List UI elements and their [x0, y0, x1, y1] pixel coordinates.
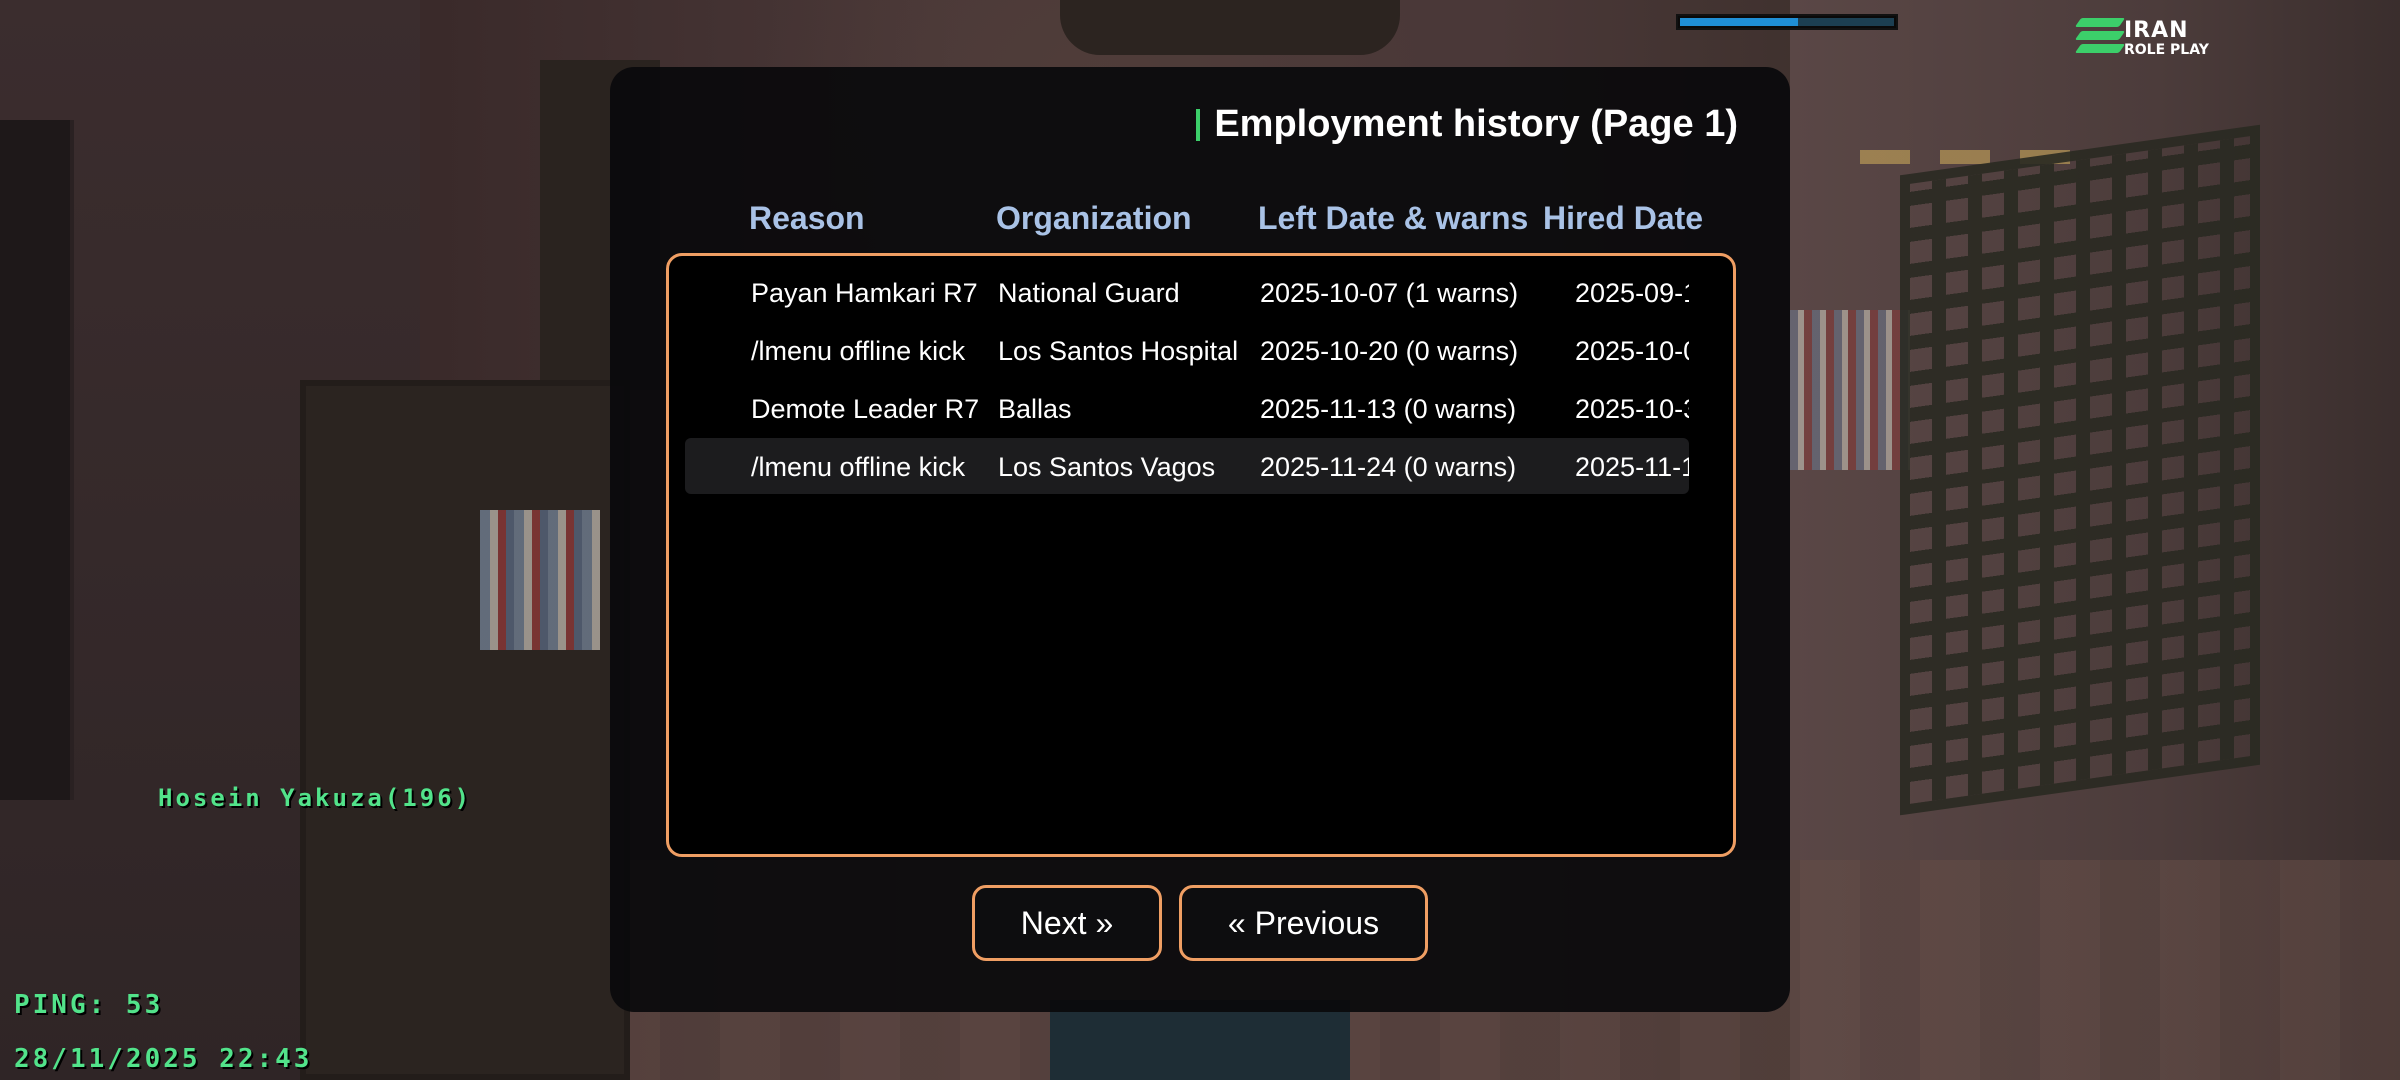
- history-list[interactable]: Payan Hamkari R7 National Guard 2025-10-…: [666, 253, 1736, 857]
- health-bar: [1676, 14, 1898, 30]
- cell-reason: /lmenu offline kick: [751, 336, 966, 366]
- cell-hired-date: 2025-09-1: [1575, 278, 1689, 308]
- player-character-body: [1050, 1000, 1350, 1080]
- column-header-left-date: Left Date & warns: [1258, 200, 1529, 236]
- cell-reason: Demote Leader R7: [751, 394, 980, 424]
- health-bar-empty: [1797, 18, 1894, 26]
- cell-organization: Los Santos Vagos: [998, 452, 1216, 482]
- cell-organization: Ballas: [998, 394, 1072, 424]
- scene-bookshelf: [1790, 310, 1910, 470]
- cell-left-date: 2025-11-13 (0 warns): [1260, 394, 1517, 424]
- cell-organization: National Guard: [998, 278, 1180, 308]
- column-header-hired-date: Hired Date: [1543, 200, 1704, 236]
- ping-readout: PING: 53: [14, 990, 164, 1020]
- table-row-selected[interactable]: /lmenu offline kick Los Santos Vagos 202…: [685, 438, 1689, 494]
- table-row[interactable]: Demote Leader R7 Ballas 2025-11-13 (0 wa…: [685, 380, 1689, 436]
- dialog-title: Employment history (Page 1): [1196, 103, 1738, 146]
- table-row[interactable]: Payan Hamkari R7 National Guard 2025-10-…: [685, 264, 1689, 320]
- cell-left-date: 2025-11-24 (0 warns): [1260, 452, 1517, 482]
- cell-left-date: 2025-10-07 (1 warns): [1260, 278, 1519, 308]
- cell-organization: Los Santos Hospital: [998, 336, 1239, 366]
- column-header-organization: Organization: [996, 200, 1192, 236]
- health-bar-fill: [1680, 18, 1798, 26]
- title-accent-bar: [1196, 108, 1201, 141]
- logo-main-text: IRAN: [2124, 18, 2189, 43]
- scene-door: [0, 120, 74, 800]
- scene-lattice-screen: [1900, 124, 2260, 816]
- scene-wall-right: [1790, 0, 2400, 1080]
- table-header: Reason Organization Left Date & warns Hi…: [610, 200, 1790, 250]
- date-time-readout: 28/11/2025 22:43: [14, 1044, 313, 1074]
- scene-cabinet: [300, 380, 630, 1080]
- table-row[interactable]: /lmenu offline kick Los Santos Hospital …: [685, 322, 1689, 378]
- server-logo: IRAN ROLE PLAY: [2074, 12, 2248, 62]
- dialog-title-text: Employment history (Page 1): [1214, 103, 1738, 145]
- cell-reason: /lmenu offline kick: [751, 452, 966, 482]
- cell-left-date: 2025-10-20 (0 warns): [1260, 336, 1519, 366]
- next-page-button[interactable]: Next »: [972, 885, 1162, 961]
- scene-books: [480, 510, 600, 650]
- cell-reason: Payan Hamkari R7: [751, 278, 978, 308]
- scene-ceiling-lights: [1860, 150, 2100, 164]
- column-header-reason: Reason: [749, 200, 865, 236]
- cell-hired-date: 2025-10-3: [1575, 394, 1689, 424]
- previous-page-button[interactable]: « Previous: [1179, 885, 1428, 961]
- player-nametag: Hosein Yakuza(196): [158, 784, 473, 812]
- logo-sub-text: ROLE PLAY: [2124, 42, 2209, 58]
- cell-hired-date: 2025-10-0: [1575, 336, 1689, 366]
- player-character-head: [1060, 0, 1400, 55]
- employment-history-dialog: Employment history (Page 1) Reason Organ…: [610, 67, 1790, 1012]
- scene-wall-left: [0, 0, 420, 1080]
- cell-hired-date: 2025-11-1: [1575, 452, 1689, 482]
